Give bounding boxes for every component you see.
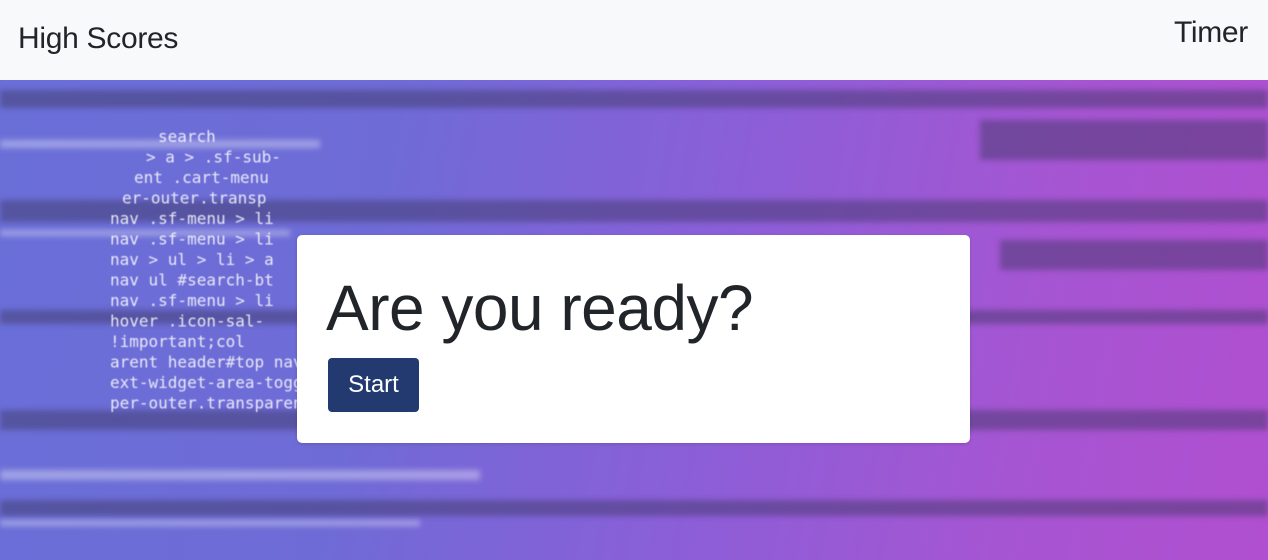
code-line: > a > .sf-sub- [146, 148, 281, 167]
code-line: search [158, 127, 216, 146]
code-line: nav > ul > li > a [110, 250, 274, 269]
top-navbar: High Scores Timer [0, 0, 1268, 80]
hero-background: search > a > .sf-sub-ent .cart-menu er-ou… [0, 80, 1268, 560]
code-line: nav .sf-menu > li [110, 291, 274, 310]
code-line: !important;col [110, 332, 245, 351]
start-card: Are you ready? Start [297, 235, 970, 443]
code-line: ent .cart-menu [134, 168, 269, 187]
code-line: hover .icon-sal- [110, 312, 264, 331]
timer-display: Timer [1173, 16, 1248, 49]
code-line: nav .sf-menu > li [110, 230, 274, 249]
high-scores-link[interactable]: High Scores [18, 22, 178, 56]
code-line: er-outer.transp [122, 189, 267, 208]
code-line: nav ul #search-bt [110, 271, 274, 290]
code-line: nav .sf-menu > li [110, 209, 274, 228]
start-button[interactable]: Start [328, 358, 419, 412]
card-title: Are you ready? [326, 272, 754, 344]
code-line: per-outer.transparent [110, 394, 312, 413]
